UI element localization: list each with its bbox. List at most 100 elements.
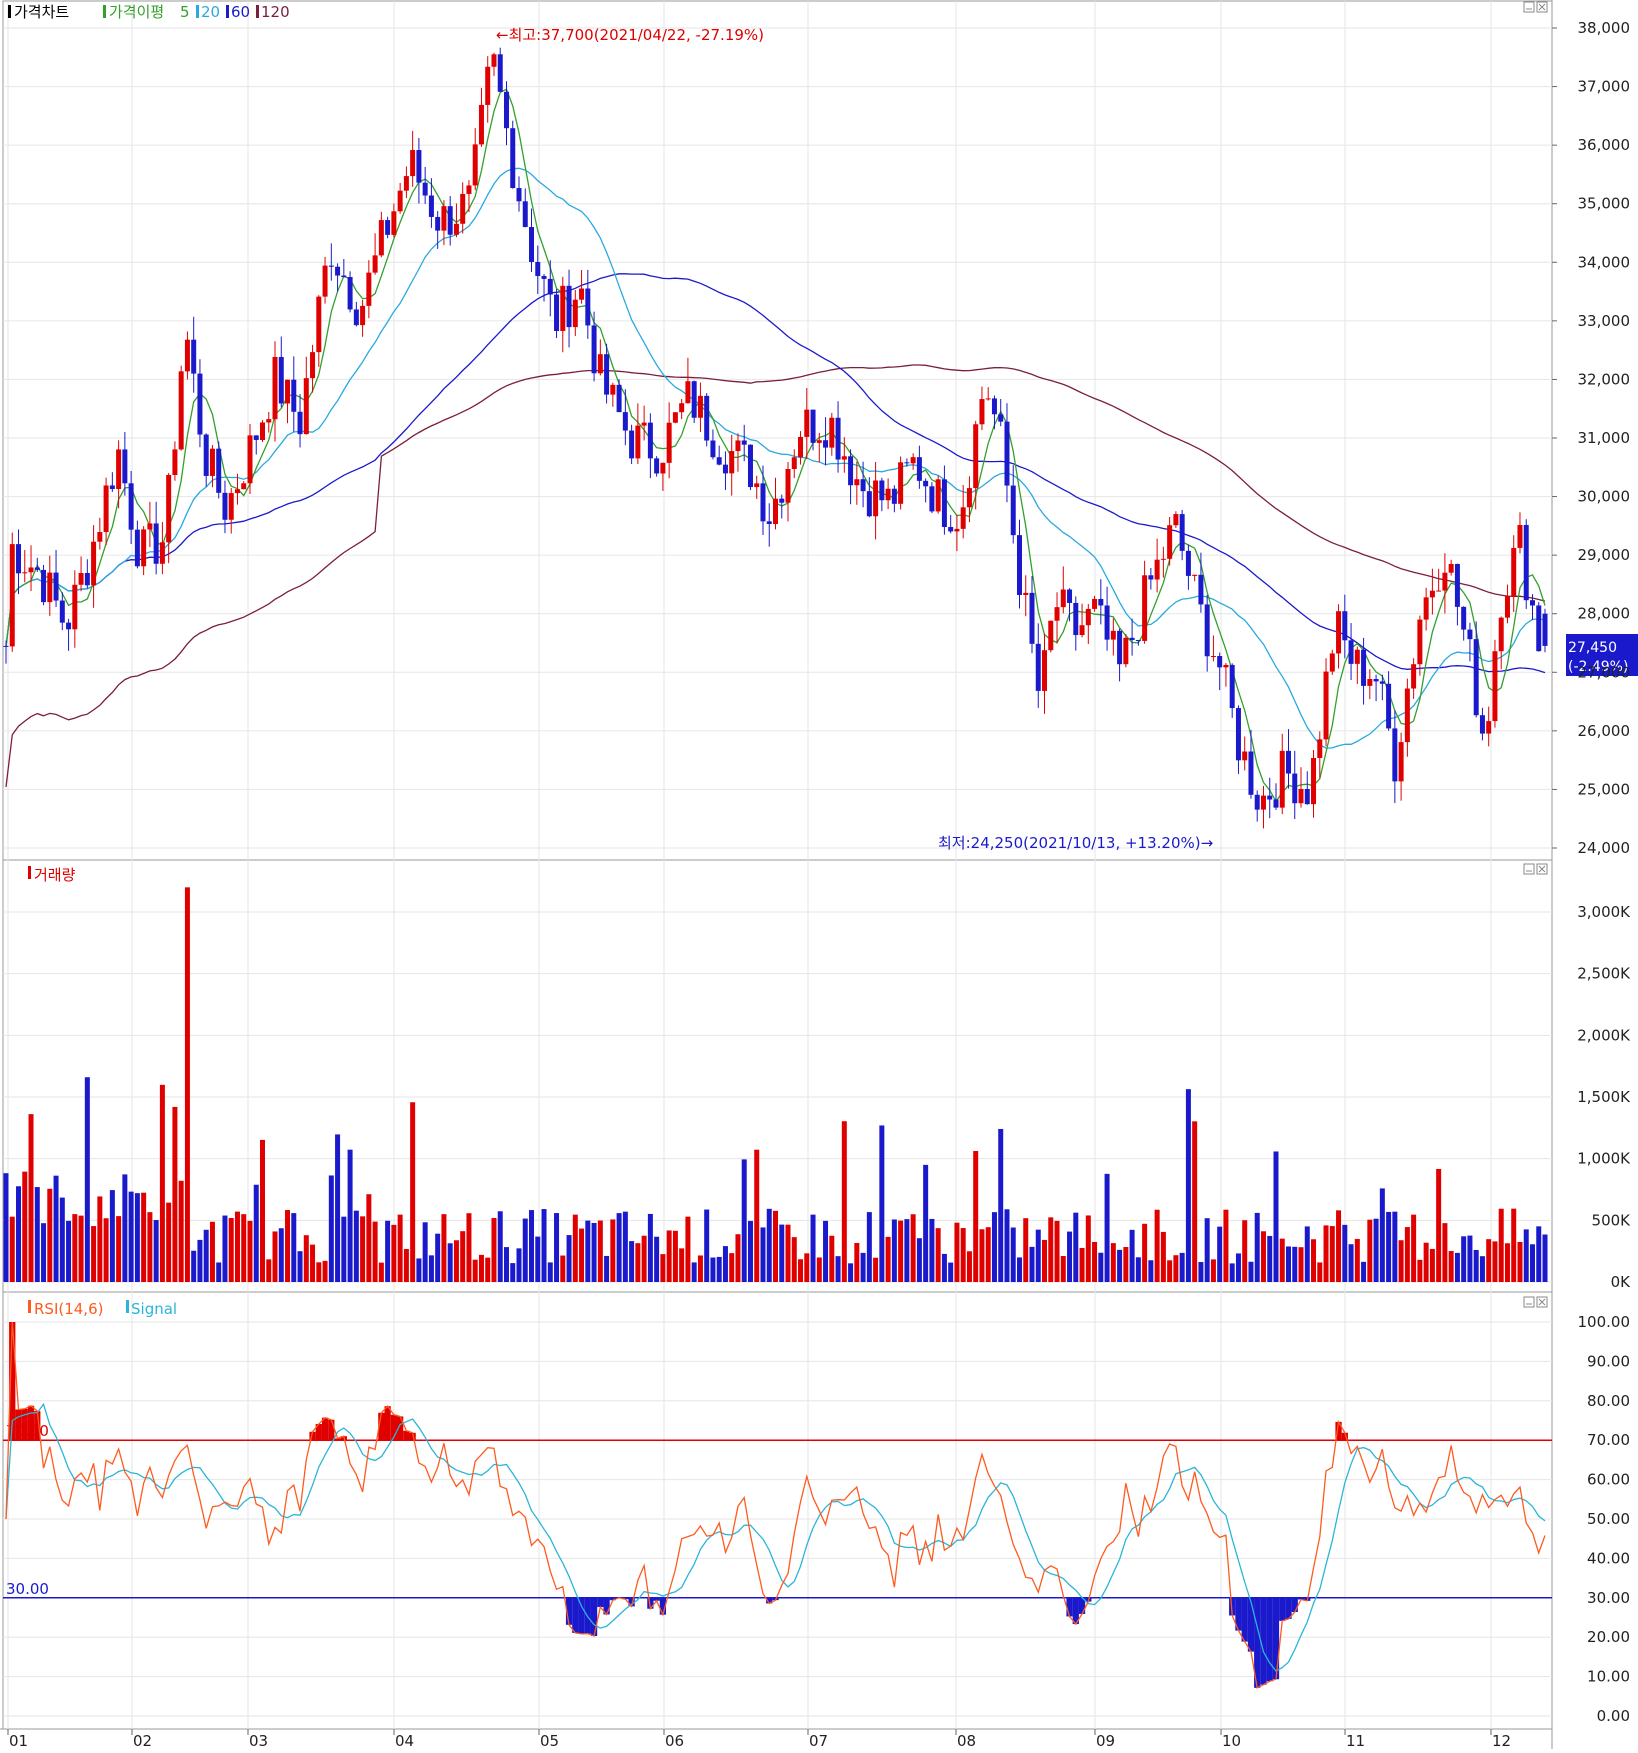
volume-bar	[41, 1223, 46, 1282]
volume-axis-label: 500K	[1592, 1211, 1632, 1229]
candle-body	[1142, 575, 1147, 641]
volume-bar	[617, 1213, 622, 1282]
volume-bar	[773, 1211, 778, 1282]
candle-body	[1399, 742, 1404, 781]
chart-canvas[interactable]: 70.0030.00 가격차트 가격이평 5 20 60 120 거래량 RSI…	[0, 0, 1638, 1749]
candle-body	[429, 196, 434, 217]
price-axis-label: 37,000	[1578, 78, 1631, 96]
candle-body	[335, 267, 340, 276]
candle-body	[279, 357, 284, 404]
price-pane-controls[interactable]	[1524, 2, 1547, 12]
volume-bar	[717, 1257, 722, 1282]
legend-ma-label: 가격이평	[109, 3, 164, 21]
current-price: 27,450	[1568, 640, 1617, 656]
candle-body	[410, 150, 415, 176]
candle-body	[423, 183, 428, 196]
volume-bar	[760, 1227, 765, 1282]
legend-rsi: RSI(14,6)	[34, 1300, 103, 1318]
candle-body	[1236, 708, 1241, 760]
volume-bar	[104, 1218, 109, 1282]
overbought-fill	[28, 1406, 34, 1440]
volume-bar	[147, 1212, 152, 1282]
candle-body	[72, 585, 77, 630]
candle-body	[310, 352, 315, 378]
minimize-icon[interactable]	[1524, 2, 1534, 12]
candle-body	[435, 217, 440, 231]
volume-bar	[735, 1234, 740, 1282]
volume-bar	[1524, 1229, 1529, 1282]
candle-body	[122, 449, 127, 483]
volume-bar	[172, 1107, 177, 1282]
candle-body	[1261, 796, 1266, 810]
candle-body	[473, 144, 478, 185]
minimize-icon[interactable]	[1524, 1297, 1534, 1307]
volume-pane-controls[interactable]	[1524, 864, 1547, 874]
candle-body	[1061, 590, 1066, 608]
volume-bar	[335, 1134, 340, 1282]
candle-body	[1324, 672, 1329, 740]
candle-body	[498, 54, 503, 92]
volume-bar	[429, 1255, 434, 1282]
rsi-axis-label: 100.00	[1578, 1313, 1631, 1331]
candle-body	[848, 456, 853, 485]
volume-bar	[635, 1243, 640, 1282]
rsi-path	[6, 1322, 1545, 1688]
rsi-pane[interactable]	[3, 1292, 1552, 1729]
candle-body	[222, 493, 227, 520]
volume-bar	[35, 1187, 40, 1282]
volume-bar	[1136, 1257, 1141, 1282]
volume-bar	[742, 1159, 747, 1282]
volume-bar	[1036, 1230, 1041, 1282]
candle-body	[416, 150, 421, 183]
price-axis-label: 35,000	[1578, 195, 1631, 213]
volume-bar	[829, 1236, 834, 1282]
candle-body	[1355, 650, 1360, 664]
volume-axis-label: 1,500K	[1577, 1088, 1631, 1106]
volume-bar	[610, 1219, 615, 1282]
volume-bar	[979, 1229, 984, 1282]
volume-bar	[366, 1194, 371, 1282]
minimize-icon[interactable]	[1524, 864, 1534, 874]
volume-bar	[1073, 1213, 1078, 1282]
candle-body	[1155, 560, 1160, 580]
candle-body	[185, 340, 190, 372]
candle-body	[398, 191, 403, 212]
volume-bar	[1436, 1169, 1441, 1282]
rsi-axis-label: 90.00	[1587, 1352, 1630, 1370]
overbought-fill	[384, 1406, 390, 1440]
volume-bar	[91, 1226, 96, 1282]
candle-body	[854, 479, 859, 485]
candle-body	[923, 481, 928, 486]
volume-bar	[842, 1121, 847, 1282]
candle-body	[1086, 609, 1091, 625]
candle-body	[1117, 631, 1122, 664]
volume-bar	[817, 1257, 822, 1282]
volume-bar	[1167, 1260, 1172, 1282]
volume-bar	[1092, 1242, 1097, 1282]
candle-body	[1030, 593, 1035, 644]
volume-bar	[66, 1221, 71, 1282]
oversold-fill	[1248, 1598, 1254, 1652]
volume-bar	[510, 1263, 515, 1282]
volume-bar	[798, 1259, 803, 1282]
volume-bar	[1355, 1239, 1360, 1282]
candle-body	[1436, 591, 1441, 592]
volume-bar	[1311, 1239, 1316, 1282]
candle-body	[1486, 721, 1491, 733]
overbought-fill	[15, 1409, 21, 1440]
candle-body	[723, 465, 728, 474]
candle-body	[129, 483, 134, 529]
volume-bar	[786, 1225, 791, 1282]
candle-body	[760, 483, 765, 521]
price-axis-label: 28,000	[1578, 605, 1631, 623]
rsi-pane-controls[interactable]	[1524, 1297, 1547, 1307]
volume-bar	[560, 1256, 565, 1282]
candle-body	[1105, 605, 1110, 639]
volume-bar	[848, 1263, 853, 1282]
candle-body	[1055, 607, 1060, 621]
candle-body	[404, 176, 409, 191]
candle-body	[842, 456, 847, 459]
volume-bar	[454, 1240, 459, 1282]
price-axis-label: 38,000	[1578, 19, 1631, 37]
volume-bar	[729, 1253, 734, 1282]
